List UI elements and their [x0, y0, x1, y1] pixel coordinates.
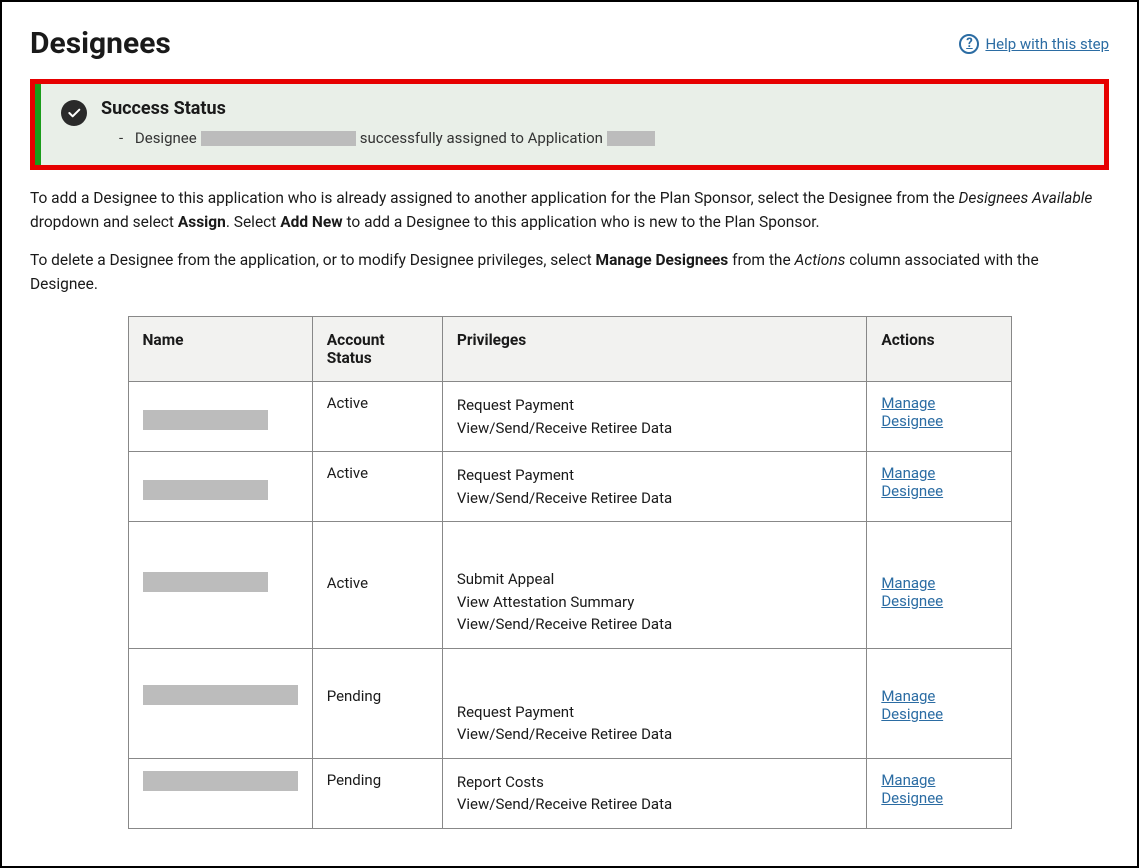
- redacted-application-id: [607, 131, 655, 146]
- check-circle-icon: [61, 100, 87, 126]
- help-link[interactable]: ? Help with this step: [959, 34, 1109, 54]
- manage-designee-link[interactable]: Manage Designee: [881, 464, 943, 500]
- help-link-label: Help with this step: [985, 35, 1109, 53]
- manage-designee-link[interactable]: Manage Designee: [881, 394, 943, 430]
- table-row: Pending Request Payment View/Send/Receiv…: [128, 648, 1011, 758]
- col-header-privileges: Privileges: [442, 317, 866, 382]
- cell-privileges: Report Costs View/Send/Receive Retiree D…: [457, 771, 852, 816]
- alert-message: - Designee successfully assigned to Appl…: [119, 129, 1084, 147]
- help-icon: ?: [959, 34, 979, 54]
- redacted-designee-name: [201, 131, 356, 146]
- cell-privileges: Request Payment View/Send/Receive Retire…: [457, 464, 852, 509]
- col-header-name: Name: [128, 317, 312, 382]
- cell-privileges: Submit Appeal View Attestation Summary V…: [457, 568, 852, 636]
- cell-status: Active: [312, 382, 442, 452]
- alert-title: Success Status: [101, 98, 1084, 119]
- cell-status: Pending: [312, 648, 442, 758]
- redacted-name: [143, 685, 298, 705]
- table-row: Active Submit Appeal View Attestation Su…: [128, 522, 1011, 649]
- designees-table: Name Account Status Privileges Actions A…: [128, 316, 1012, 829]
- cell-status: Active: [312, 452, 442, 522]
- col-header-actions: Actions: [867, 317, 1011, 382]
- cell-status: Active: [312, 522, 442, 649]
- success-alert: Success Status - Designee successfully a…: [35, 84, 1104, 165]
- page-title: Designees: [30, 26, 171, 61]
- manage-designee-link[interactable]: Manage Designee: [881, 574, 943, 610]
- instructions-paragraph-2: To delete a Designee from the applicatio…: [30, 248, 1109, 296]
- success-alert-highlight: Success Status - Designee successfully a…: [30, 79, 1109, 170]
- page-header: Designees ? Help with this step: [30, 26, 1109, 61]
- manage-designee-link[interactable]: Manage Designee: [881, 771, 943, 807]
- instructions-paragraph-1: To add a Designee to this application wh…: [30, 186, 1109, 234]
- cell-privileges: Request Payment View/Send/Receive Retire…: [457, 701, 852, 746]
- redacted-name: [143, 480, 268, 500]
- table-row: Active Request Payment View/Send/Receive…: [128, 382, 1011, 452]
- table-row: Pending Report Costs View/Send/Receive R…: [128, 758, 1011, 828]
- table-header-row: Name Account Status Privileges Actions: [128, 317, 1011, 382]
- table-row: Active Request Payment View/Send/Receive…: [128, 452, 1011, 522]
- redacted-name: [143, 410, 268, 430]
- manage-designee-link[interactable]: Manage Designee: [881, 687, 943, 723]
- col-header-status: Account Status: [312, 317, 442, 382]
- redacted-name: [143, 572, 268, 592]
- cell-privileges: Request Payment View/Send/Receive Retire…: [457, 394, 852, 439]
- redacted-name: [143, 771, 298, 791]
- cell-status: Pending: [312, 758, 442, 828]
